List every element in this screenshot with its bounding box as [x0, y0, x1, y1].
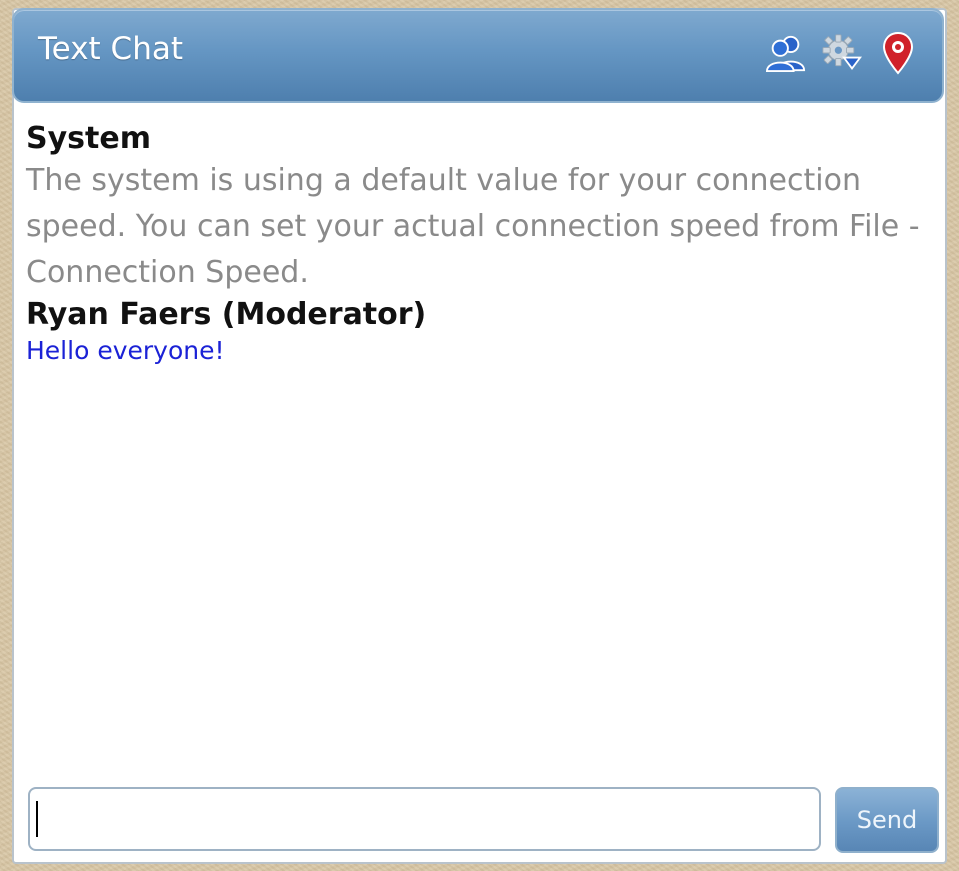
chat-titlebar: Text Chat [12, 8, 944, 103]
text-caret [36, 801, 38, 837]
message-author: Ryan Faers (Moderator) [26, 297, 427, 332]
message-text: The system is using a default value for … [26, 163, 920, 290]
window-title: Text Chat [38, 31, 183, 67]
location-pin-icon[interactable] [878, 30, 918, 76]
users-icon[interactable] [766, 30, 806, 76]
chat-message-input[interactable] [28, 787, 821, 851]
send-button[interactable]: Send [835, 787, 939, 853]
message-author: System [26, 121, 151, 156]
composer: Send [28, 787, 939, 855]
message-text: Hello everyone! [26, 336, 225, 365]
header-toolbar [766, 30, 918, 76]
gear-dropdown-icon[interactable] [822, 30, 862, 76]
message-list: System The system is using a default val… [26, 120, 943, 368]
